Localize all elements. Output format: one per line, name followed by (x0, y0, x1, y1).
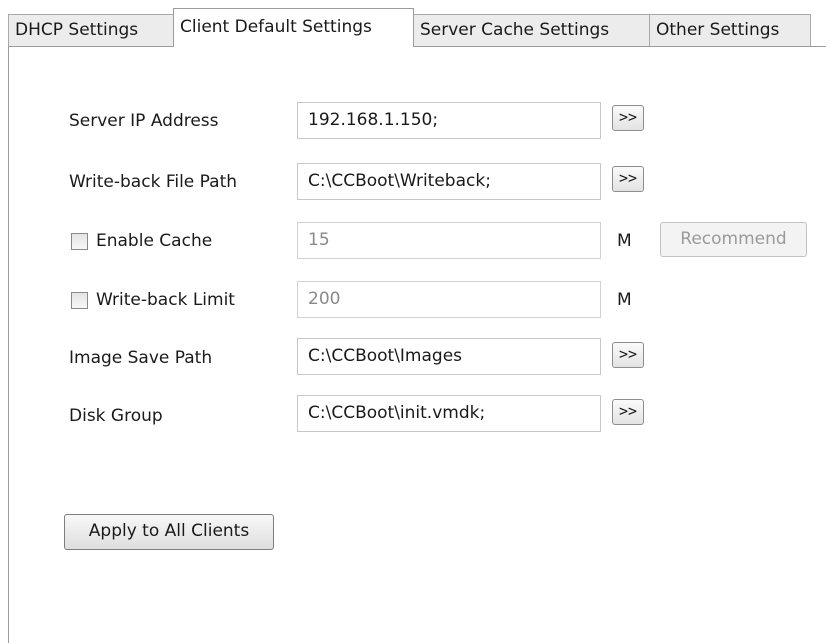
writeback-limit-unit: M (617, 290, 632, 310)
image-save-path-label: Image Save Path (69, 348, 213, 368)
cache-size-input[interactable]: 15 (297, 222, 601, 259)
image-save-path-input[interactable]: C:\CCBoot\Images (297, 338, 601, 375)
tab-server-cache-settings[interactable]: Server Cache Settings (413, 14, 650, 46)
server-ip-label: Server IP Address (69, 111, 219, 131)
recommend-button[interactable]: Recommend (660, 222, 807, 257)
tab-dhcp-settings[interactable]: DHCP Settings (8, 14, 174, 46)
writeback-limit-checkbox[interactable] (71, 292, 88, 309)
enable-cache-label: Enable Cache (96, 231, 213, 251)
apply-to-all-clients-button[interactable]: Apply to All Clients (64, 514, 274, 550)
enable-cache-checkbox[interactable] (71, 233, 88, 250)
image-save-path-browse-button[interactable]: >> (612, 342, 644, 368)
tab-other-settings[interactable]: Other Settings (649, 14, 811, 46)
cache-size-unit: M (617, 231, 632, 251)
disk-group-label: Disk Group (69, 406, 163, 426)
tab-strip: DHCP Settings Client Default Settings Se… (0, 0, 830, 47)
server-ip-input[interactable]: 192.168.1.150; (297, 102, 601, 139)
disk-group-input[interactable]: C:\CCBoot\init.vmdk; (297, 395, 601, 432)
writeback-path-label: Write-back File Path (69, 172, 238, 192)
writeback-path-input[interactable]: C:\CCBoot\Writeback; (297, 163, 601, 200)
disk-group-browse-button[interactable]: >> (612, 399, 644, 425)
writeback-path-browse-button[interactable]: >> (612, 166, 644, 192)
writeback-limit-label: Write-back Limit (96, 290, 235, 310)
server-ip-browse-button[interactable]: >> (612, 105, 644, 131)
tab-client-default-settings[interactable]: Client Default Settings (173, 8, 414, 47)
client-default-settings-panel: Server IP Address 192.168.1.150; >> Writ… (8, 46, 826, 643)
writeback-limit-input[interactable]: 200 (297, 281, 601, 318)
